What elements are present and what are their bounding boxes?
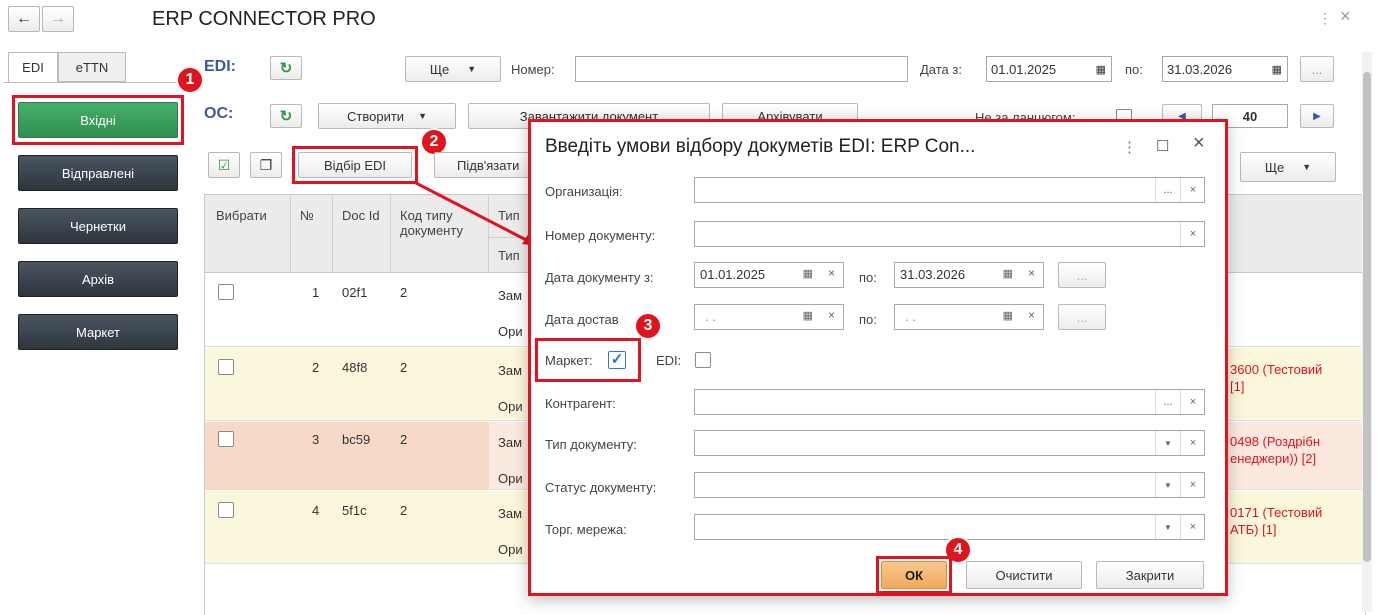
ok-button[interactable]: ОК: [881, 561, 947, 589]
dialog-title: Введіть умови відбору докуметів EDI: ERP…: [545, 136, 976, 157]
calendar-icon[interactable]: ▦: [803, 267, 813, 280]
docdate-to-label: по:: [859, 270, 877, 285]
trade-network-select[interactable]: [694, 514, 1205, 540]
ok-label: ОК: [904, 567, 924, 583]
contractor-label: Контрагент:: [545, 396, 616, 411]
docdate-to-input[interactable]: 31.03.2026 ▦ ×: [894, 262, 1044, 288]
clear-icon[interactable]: ×: [1180, 178, 1205, 202]
clear-icon[interactable]: ×: [828, 308, 835, 322]
delivery-to-input[interactable]: . . ▦ ×: [894, 304, 1044, 330]
clear-icon[interactable]: ×: [1180, 431, 1205, 455]
contractor-input[interactable]: [694, 389, 1205, 415]
calendar-icon[interactable]: ▦: [1003, 267, 1013, 280]
close-label: Закрити: [1125, 567, 1175, 583]
clear-button[interactable]: Очистити: [966, 561, 1082, 589]
delivery-to-value: . .: [905, 309, 916, 324]
delivery-from-input[interactable]: . . ▦ ×: [694, 304, 844, 330]
doctype-select[interactable]: [694, 430, 1205, 456]
clear-icon[interactable]: ×: [1028, 266, 1035, 280]
clear-icon[interactable]: ×: [1180, 515, 1205, 539]
docdate-from-value: 01.01.2025: [700, 267, 766, 282]
delivery-label: Дата достав: [545, 312, 619, 327]
calendar-icon[interactable]: ▦: [1003, 309, 1013, 322]
dialog-menu-icon[interactable]: ⋮: [1122, 138, 1137, 156]
dots-icon[interactable]: ...: [1155, 390, 1180, 414]
docdate-from-input[interactable]: 01.01.2025 ▦ ×: [694, 262, 844, 288]
doctype-label: Тип документу:: [545, 437, 637, 452]
calendar-icon[interactable]: ▦: [803, 309, 813, 322]
delivery-period-button[interactable]: ...: [1058, 304, 1106, 330]
org-input[interactable]: [694, 177, 1205, 203]
status-select[interactable]: [694, 472, 1205, 498]
delivery-from-value: . .: [705, 309, 716, 324]
edi-checkbox[interactable]: [695, 352, 711, 368]
delivery-to-label: по:: [859, 312, 877, 327]
chevron-down-icon[interactable]: ▼: [1155, 431, 1180, 455]
market-label: Маркет:: [545, 353, 593, 368]
clear-icon[interactable]: ×: [1180, 390, 1205, 414]
checkmark-icon: ✓: [610, 351, 624, 368]
docnum-label: Номер документу:: [545, 228, 656, 243]
docdate-label: Дата документу з:: [545, 270, 654, 285]
clear-label: Очистити: [995, 567, 1053, 583]
docdate-period-button[interactable]: ...: [1058, 262, 1106, 288]
clear-icon[interactable]: ×: [1180, 473, 1205, 497]
clear-icon[interactable]: ×: [828, 266, 835, 280]
edi-checkbox-label: EDI:: [656, 353, 682, 368]
step-badge-3: 3: [634, 312, 662, 340]
clear-icon[interactable]: ×: [1028, 308, 1035, 322]
chevron-down-icon[interactable]: ▼: [1155, 473, 1180, 497]
org-label: Организація:: [545, 184, 623, 199]
trade-network-label: Торг. мережа:: [545, 522, 627, 537]
docdate-to-value: 31.03.2026: [900, 267, 966, 282]
close-button[interactable]: Закрити: [1096, 561, 1204, 589]
market-checkbox[interactable]: ✓: [608, 351, 626, 369]
status-label: Статус документу:: [545, 480, 657, 495]
dialog-maximize-icon[interactable]: ☐: [1156, 137, 1169, 155]
docnum-input[interactable]: [694, 221, 1205, 247]
dots-icon[interactable]: ...: [1155, 178, 1180, 202]
chevron-down-icon[interactable]: ▼: [1155, 515, 1180, 539]
dialog-close-icon[interactable]: ×: [1193, 132, 1205, 155]
clear-icon[interactable]: ×: [1180, 222, 1205, 246]
